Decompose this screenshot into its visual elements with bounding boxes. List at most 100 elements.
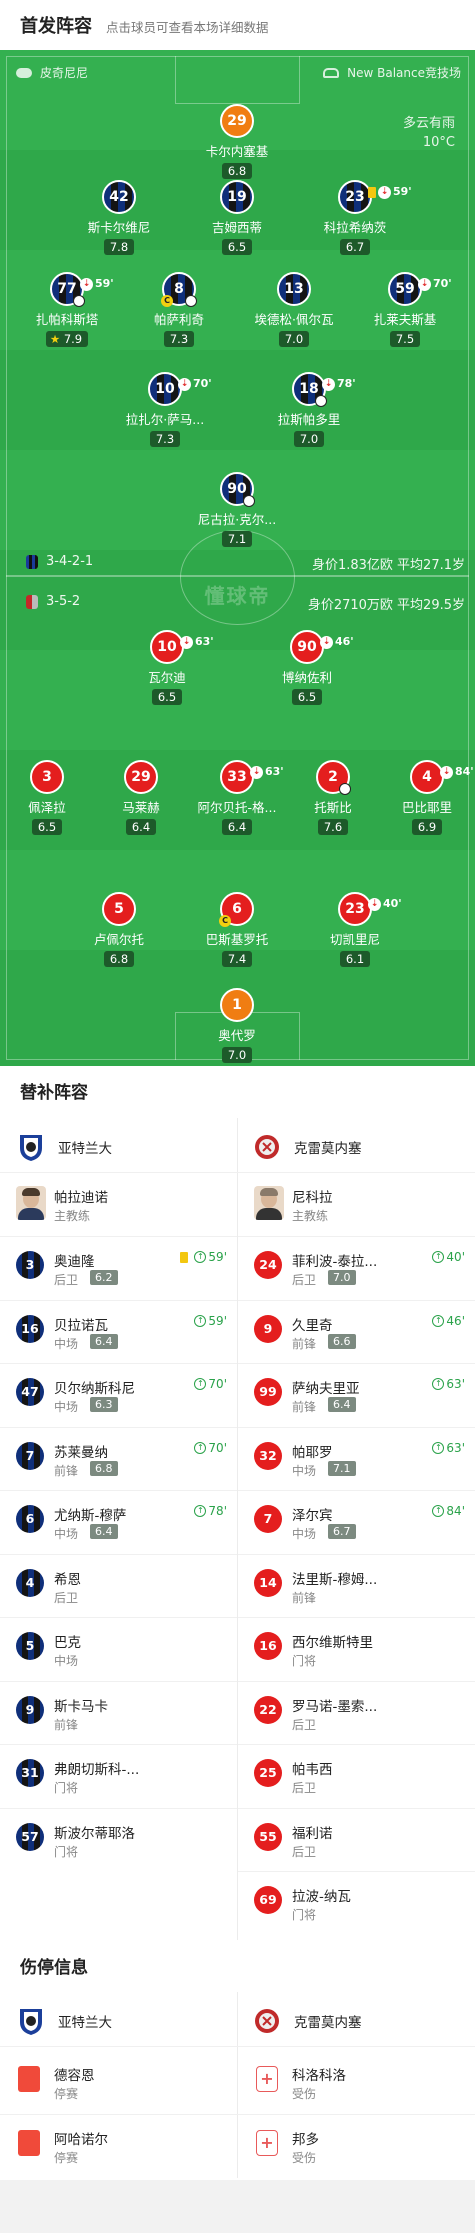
player-number: 23 ⇣ 59' [338,180,412,214]
player-card[interactable]: 10 ⇣ 70' 拉扎尔·萨马... 7.3 [110,372,220,447]
sub-player-row[interactable]: 9 斯卡马卡 前锋 [0,1683,237,1745]
player-card[interactable]: 33 ⇣ 63' 阿尔贝托-格... 6.4 [182,760,292,835]
player-card[interactable]: 42 斯卡尔维尼 7.8 [64,180,174,255]
player-card[interactable]: 8 C 帕萨利奇 7.3 [124,272,234,347]
sub-player-number: 9 [16,1695,44,1724]
ball-icon [315,395,327,407]
sub-player-name: 巴克 [54,1635,81,1651]
sub-out-icon: ⇣ [440,765,453,779]
player-card[interactable]: 90 ⇣ 46' 博纳佐利 6.5 [252,630,362,705]
player-number: 33 ⇣ 63' [220,760,284,794]
away-coach[interactable]: 尼科拉 主教练 [238,1174,475,1236]
player-card[interactable]: 77 ⇣ 59' 扎帕科斯塔 ★ 7.9 [12,272,122,347]
sub-event: ⇣ 46' [320,627,354,657]
sub-player-number: 25 [254,1759,282,1787]
sub-player-row[interactable]: 55 福利诺 后卫 [238,1810,475,1872]
player-number: 10 ⇣ 63' [150,630,214,664]
sub-in-icon: ↑ [432,1251,445,1263]
captain-icon: C [219,915,231,927]
away-team-header[interactable]: 克雷莫内塞 [254,1122,362,1172]
player-number: 77 ⇣ 59' [50,272,114,307]
sub-minute: 70' [433,277,452,290]
temperature-text: 10°C [422,135,455,150]
sub-player-row[interactable]: 9 久里奇 前锋 6.6 ↑ 46' [238,1302,475,1364]
sub-player-rating: 7.1 [328,1460,356,1476]
player-card[interactable]: 59 ⇣ 70' 扎莱夫斯基 7.5 [350,272,460,347]
sub-player-row[interactable]: 7 苏莱曼纳 前锋 6.8 ↑ 70' [0,1429,237,1491]
player-card[interactable]: 10 ⇣ 63' 瓦尔迪 6.5 [112,630,222,705]
sub-player-row[interactable]: 16 贝拉诺瓦 中场 6.4 ↑ 59' [0,1302,237,1364]
home-coach[interactable]: 帕拉迪诺 主教练 [0,1174,237,1236]
player-rating: ★ 7.9 [45,331,89,347]
sub-player-row[interactable]: 69 拉波-纳瓦 门将 [238,1873,475,1935]
sub-player-number: 16 [254,1632,282,1660]
player-number: 10 ⇣ 70' [148,372,212,406]
sub-player-name: 罗马诺-墨索... [292,1698,378,1715]
sub-player-row[interactable]: 7 泽尔宾 中场 6.7 ↑ 84' [238,1492,475,1554]
player-number: 23 ⇣ 40' [338,892,402,926]
sub-in-icon: ↑ [432,1505,445,1517]
sub-player-row[interactable]: 32 帕耶罗 中场 7.1 ↑ 63' [238,1429,475,1491]
sub-player-position: 前锋 [54,1463,79,1478]
injury-row[interactable]: 阿哈诺尔 停赛 [0,2116,237,2178]
player-number-text: 23 [345,901,365,917]
ball-icon [185,295,197,307]
home-team-stats: 身价1.83亿欧 平均27.1岁 [311,558,465,573]
sub-in-icon: ↑ [194,1251,207,1263]
player-card[interactable]: 90 尼古拉·克尔... 7.1 [182,472,292,547]
avatar [254,1186,284,1220]
sub-player-row[interactable]: 24 菲利波-泰拉... 后卫 7.0 ↑ 40' [238,1238,475,1300]
cremonese-crest-icon [26,594,38,609]
player-card[interactable]: 5 卢佩尔托 6.8 [64,892,174,967]
sub-player-row[interactable]: 14 法里斯-穆姆... 前锋 [238,1556,475,1618]
injury-status: 受伤 [292,2087,317,2101]
player-number-text: 23 [345,189,365,205]
sub-player-row[interactable]: 99 萨纳夫里亚 前锋 6.4 ↑ 63' [238,1365,475,1427]
player-card[interactable]: 18 ⇣ 78' 拉斯帕多里 7.0 [254,372,364,447]
injury-row[interactable]: 科洛科洛 受伤 [238,2052,475,2114]
injuries-title: 伤停信息 [20,1958,88,1978]
sub-player-row[interactable]: 47 贝尔纳斯科尼 中场 6.3 ↑ 70' [0,1365,237,1427]
player-card[interactable]: 13 埃德松·佩尔瓦 7.0 [239,272,349,347]
sub-in-event: ↑ 46' [432,1314,465,1328]
player-card[interactable]: 1 奥代罗 7.0 [182,988,292,1063]
player-card[interactable]: 29 马莱赫 6.4 [86,760,196,835]
sub-player-row[interactable]: 6 尤纳斯-穆萨 中场 6.4 ↑ 78' [0,1492,237,1554]
player-card[interactable]: 4 ⇣ 84' 巴比耶里 6.9 [372,760,475,835]
sub-minute: 63' [446,1377,465,1391]
sub-minute: 59' [208,1313,227,1328]
sub-player-row[interactable]: 3 奥迪隆 后卫 6.2 ↑ 59' [0,1238,237,1300]
sub-in-event: ↑ 70' [194,1441,227,1455]
player-name: 吉姆西蒂 [211,220,262,235]
player-card[interactable]: 19 吉姆西蒂 6.5 [182,180,292,255]
sub-event: ⇣ 63' [180,627,214,657]
injury-away-team-header[interactable]: 克雷莫内塞 [254,1996,362,2046]
sub-player-row[interactable]: 16 西尔维斯特里 门将 [238,1619,475,1681]
sub-player-position: 后卫 [54,1273,79,1287]
player-name: 阿尔贝托-格... [197,800,277,815]
player-card[interactable]: 29 卡尔内塞基 6.8 [182,104,292,179]
sub-player-row[interactable]: 22 罗马诺-墨索... 后卫 [238,1683,475,1745]
player-card[interactable]: 23 ⇣ 40' 切凯里尼 6.1 [300,892,410,967]
sub-out-icon: ⇣ [80,277,93,291]
player-number-text: 4 [422,769,432,785]
sub-player-row[interactable]: 25 帕韦西 后卫 [238,1746,475,1808]
sub-player-row[interactable]: 31 弗朗切斯科-... 门将 [0,1746,237,1808]
injury-row[interactable]: 德容恩 停赛 [0,2052,237,2114]
home-formation: 3-4-2-1 [26,554,93,569]
injury-row[interactable]: 邦多 受伤 [238,2116,475,2178]
player-name: 卡尔内塞基 [205,144,269,159]
red-card-icon [18,2066,40,2092]
player-card[interactable]: 6 C 巴斯基罗托 7.4 [182,892,292,967]
sub-player-row[interactable]: 4 希恩 后卫 [0,1556,237,1618]
sub-player-name: 斯卡马卡 [54,1698,108,1715]
medical-kit-icon [256,2066,278,2092]
sub-player-row[interactable]: 5 巴克 中场 [0,1619,237,1681]
player-name: 马莱赫 [122,800,160,815]
venue-name: New Balance竞技场 [347,66,461,80]
home-team-header[interactable]: 亚特兰大 [18,1122,112,1172]
injury-home-team-header[interactable]: 亚特兰大 [18,1996,112,2046]
player-card[interactable]: 23 ⇣ 59' 科拉希纳茨 6.7 [300,180,412,255]
page-footer-spacer [0,2180,475,2233]
sub-player-row[interactable]: 57 斯波尔蒂耶洛 门将 [0,1810,237,1872]
